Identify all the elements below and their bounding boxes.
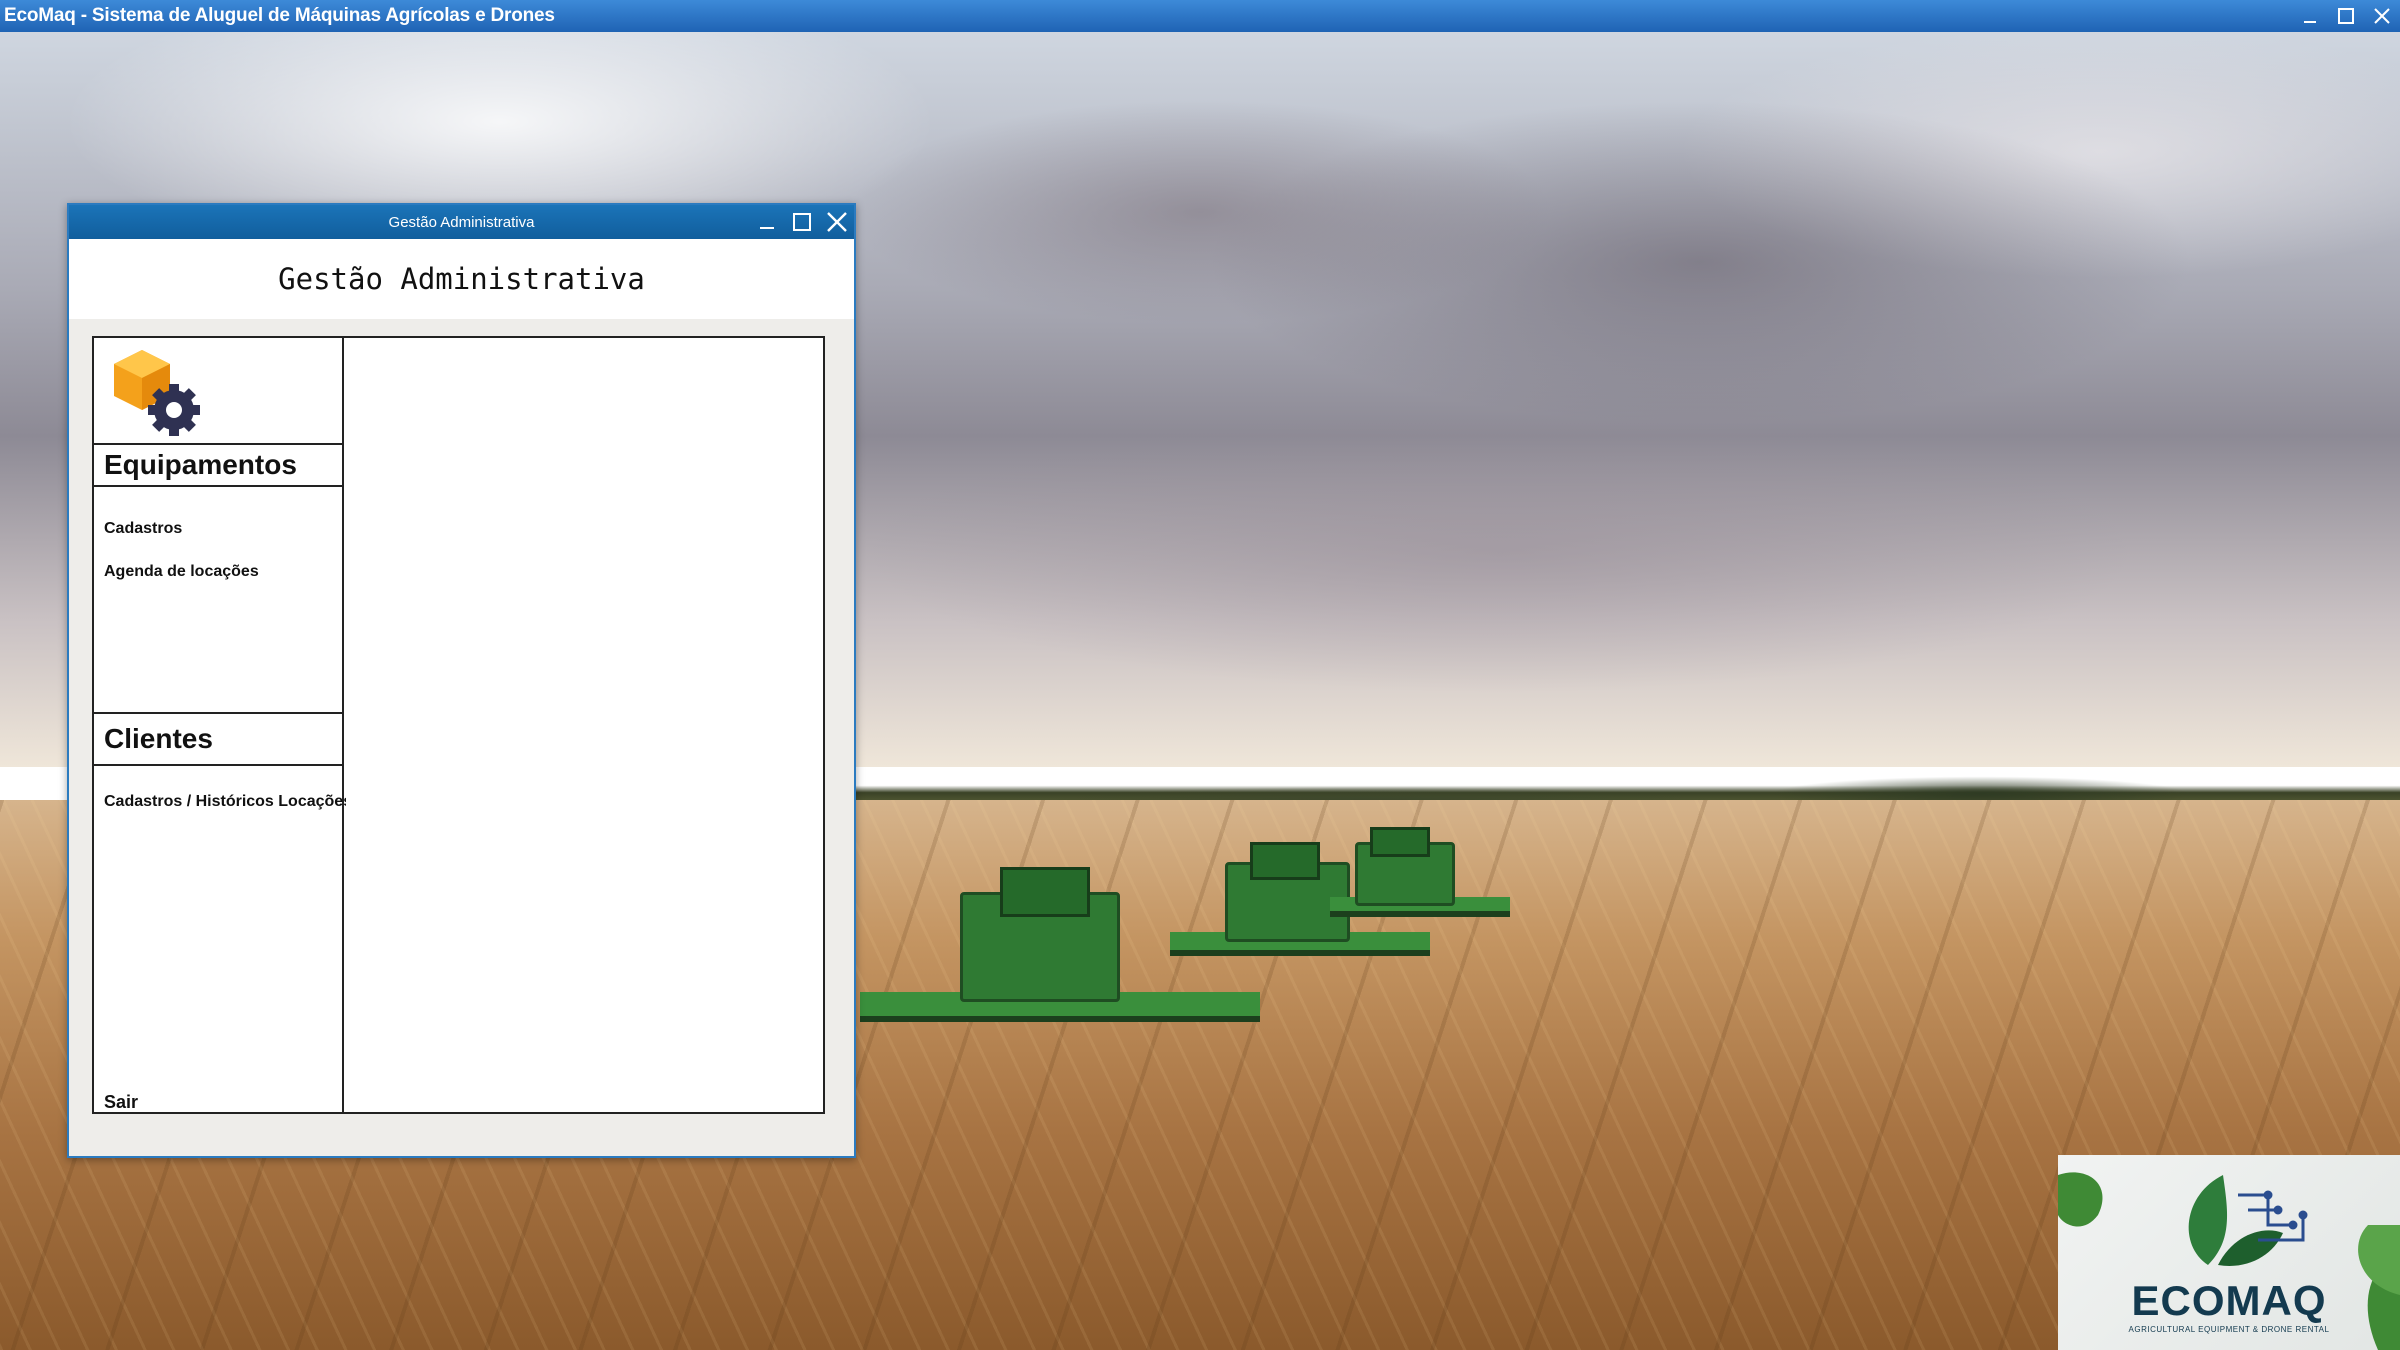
content-area	[346, 338, 823, 1112]
app-title: EcoMaq - Sistema de Aluguel de Máquinas …	[4, 5, 555, 26]
menu-item-agenda-locacoes[interactable]: Agenda de locações	[104, 563, 259, 581]
admin-panel: Equipamentos Cadastros Agenda de locaçõe…	[92, 336, 825, 1114]
maximize-icon[interactable]	[2328, 0, 2364, 32]
minimize-icon[interactable]	[2292, 0, 2328, 32]
app-window-controls	[2292, 0, 2400, 32]
brand-name: ECOMAQ	[2131, 1277, 2327, 1324]
cube-gear-icon	[110, 346, 202, 443]
section-equipamentos-heading: Equipamentos	[94, 443, 342, 487]
side-menu: Equipamentos Cadastros Agenda de locaçõe…	[94, 338, 352, 1113]
close-icon[interactable]	[819, 205, 854, 239]
menu-item-equipamentos-cadastros[interactable]: Cadastros	[104, 520, 182, 538]
minimize-icon[interactable]	[749, 205, 784, 239]
maximize-icon[interactable]	[784, 205, 819, 239]
module-logo-box	[94, 338, 342, 445]
admin-window-titlebar: Gestão Administrativa	[69, 205, 854, 239]
admin-window-controls	[749, 205, 854, 239]
brand-tagline: AGRICULTURAL EQUIPMENT & DRONE RENTAL	[2128, 1325, 2330, 1334]
section-clientes-heading: Clientes	[94, 712, 342, 766]
combine-harvester	[1330, 822, 1510, 942]
ecomaq-logo: ECOMAQ AGRICULTURAL EQUIPMENT & DRONE RE…	[2058, 1155, 2400, 1350]
exit-link[interactable]: Sair	[104, 1092, 138, 1113]
close-icon[interactable]	[2364, 0, 2400, 32]
page-title: Gestão Administrativa	[278, 262, 645, 296]
admin-window: Gestão Administrativa Gestão Administrat…	[67, 203, 856, 1158]
page-header: Gestão Administrativa	[69, 239, 854, 319]
app-titlebar: EcoMaq - Sistema de Aluguel de Máquinas …	[0, 0, 2400, 32]
admin-window-title: Gestão Administrativa	[388, 213, 535, 231]
menu-item-clientes-cadastros[interactable]: Cadastros / Históricos Locações	[104, 793, 352, 811]
